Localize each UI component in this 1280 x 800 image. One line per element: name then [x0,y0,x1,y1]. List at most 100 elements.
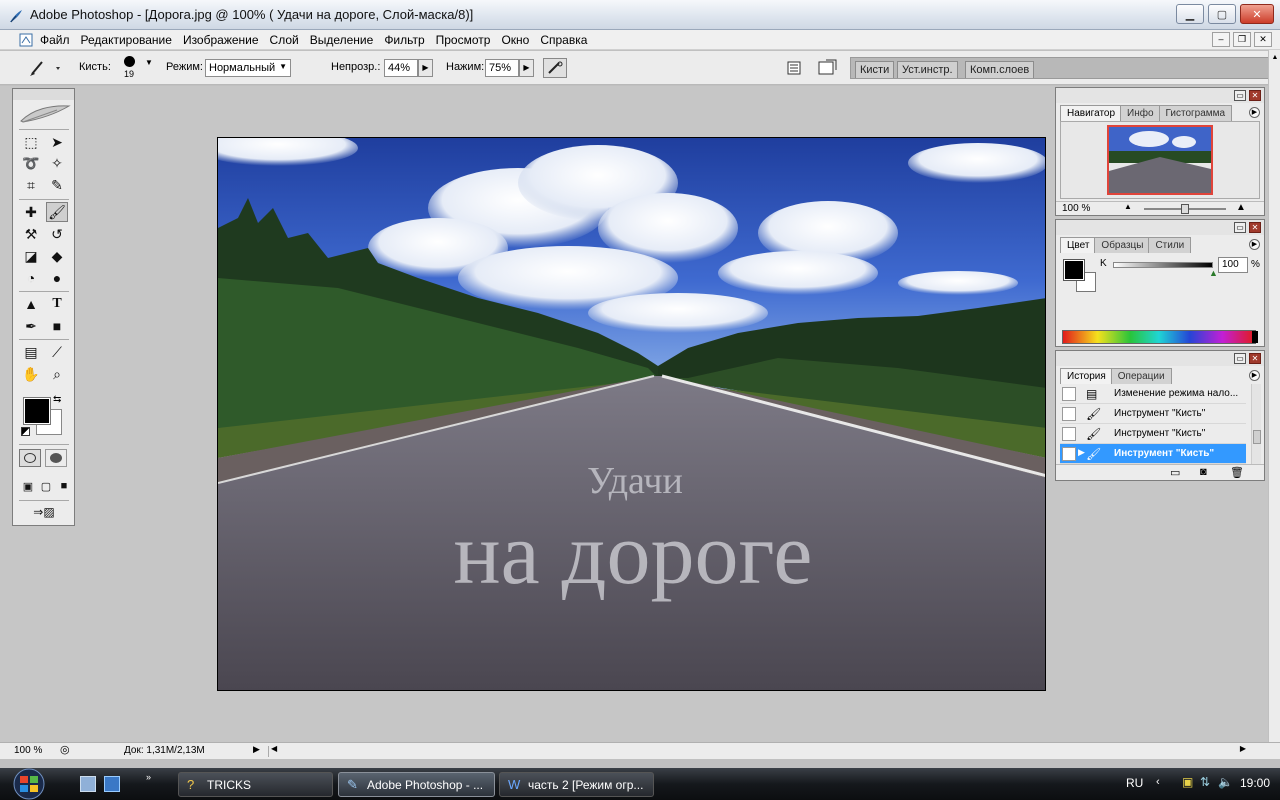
history-source-checkbox[interactable] [1062,427,1076,441]
menu-view[interactable]: Просмотр [436,33,491,47]
panel-header[interactable]: ▭ ✕ [1056,351,1264,366]
history-item-selected[interactable]: ▶ 🖌 Инструмент "Кисть" [1060,444,1246,464]
default-colors-icon[interactable] [21,427,30,436]
magic-wand-icon[interactable]: ✧ [46,153,68,173]
move-tool-icon[interactable]: ➤ [46,132,68,152]
trash-icon[interactable]: 🗑 [1230,466,1244,479]
doc-close-button[interactable]: ✕ [1254,32,1272,47]
standard-mode-icon[interactable] [19,449,41,467]
tray-expand-icon[interactable]: ‹ [1156,776,1160,788]
tab-actions[interactable]: Операции [1110,368,1172,384]
quick-mask-icon[interactable] [45,449,67,467]
menu-image[interactable]: Изображение [183,33,259,47]
tab-swatches[interactable]: Образцы [1094,237,1151,253]
well-tab-tool-presets[interactable]: Уст.инстр. [897,61,958,78]
notes-icon[interactable]: ▤ [20,342,42,362]
horizontal-scrollbar[interactable]: ◀ ▶ [268,744,1246,757]
flow-input[interactable]: 75% [485,59,519,77]
paint-bucket-icon[interactable]: ◆ [46,246,68,266]
quicklaunch-more-icon[interactable]: » [146,772,151,782]
file-browser-icon[interactable] [785,59,803,77]
taskbar-item-word[interactable]: W часть 2 [Режим огр... [499,772,654,797]
taskbar-item-photoshop[interactable]: ✎ Adobe Photoshop - ... [338,772,495,797]
scroll-up-icon[interactable]: ▲ [1270,54,1280,61]
history-brush-icon[interactable]: ↺ [46,224,68,244]
menu-edit[interactable]: Редактирование [81,33,172,47]
panel-close-button[interactable]: ✕ [1249,90,1261,101]
pen-tool-icon[interactable]: ✒ [20,316,42,336]
tab-color[interactable]: Цвет [1060,237,1097,253]
panel-minimize-button[interactable]: ▭ [1234,353,1246,364]
tab-info[interactable]: Инфо [1120,105,1161,121]
volume-icon[interactable]: 🔈 [1218,775,1233,789]
scroll-right-icon[interactable]: ▶ [1240,744,1246,753]
maximize-button[interactable]: ▢ [1208,4,1236,24]
network-icon[interactable]: ⇅ [1200,775,1210,789]
clock[interactable]: 19:00 [1240,776,1270,790]
show-desktop-icon[interactable] [80,776,96,792]
clone-stamp-icon[interactable]: ⚒ [20,224,42,244]
menu-window[interactable]: Окно [501,33,529,47]
history-item[interactable]: ▤ Изменение режима нало... [1060,384,1246,404]
zoom-out-icon[interactable]: ▲ [1124,202,1132,211]
panel-close-button[interactable]: ✕ [1249,222,1261,233]
panel-menu-icon[interactable]: ▶ [1249,370,1260,381]
zoom-tool-icon[interactable]: ⌕ [46,364,68,384]
type-tool-icon[interactable]: T [46,294,68,314]
history-source-checkbox[interactable] [1062,387,1076,401]
zoom-slider[interactable] [1144,204,1226,214]
opacity-slider-button[interactable]: ▶ [418,59,433,77]
eraser-icon[interactable]: ◪ [20,246,42,266]
color-spectrum-bar[interactable] [1062,330,1256,344]
channel-value-input[interactable]: 100 [1218,257,1248,273]
language-indicator[interactable]: RU [1126,776,1143,790]
eyedropper-icon[interactable]: ⟋ [46,342,68,362]
toolbox-grip[interactable] [13,89,74,100]
menu-layer[interactable]: Слой [270,33,299,47]
status-info-icon[interactable]: ◎ [60,743,70,756]
color-fg-swatch[interactable] [1063,259,1085,281]
status-menu-icon[interactable]: ▶ [253,744,260,755]
dodge-icon[interactable]: ● [46,268,68,288]
switch-windows-icon[interactable] [104,776,120,792]
history-source-checkbox[interactable] [1062,407,1076,421]
healing-brush-icon[interactable]: ✚ [20,202,42,222]
foreground-color-swatch[interactable] [23,397,51,425]
zoom-slider-thumb[interactable] [1181,204,1189,214]
history-item[interactable]: 🖌 Инструмент "Кисть" [1060,404,1246,424]
channel-slider[interactable] [1113,262,1213,268]
jump-to-imageready-icon[interactable]: ⇒▨ [21,502,67,522]
menu-filter[interactable]: Фильтр [384,33,424,47]
blur-icon[interactable]: ◔ [20,268,42,288]
opacity-input[interactable]: 44% [384,59,418,77]
status-zoom[interactable]: 100 % [14,745,42,756]
menu-select[interactable]: Выделение [310,33,374,47]
start-button[interactable] [6,768,52,800]
new-document-from-state-icon[interactable]: ▭ [1170,466,1180,479]
lasso-icon[interactable]: ➰ [20,153,42,173]
snapshot-camera-icon[interactable]: ◙ [1200,466,1207,478]
rectangular-marquee-icon[interactable]: ⬚ [20,132,42,152]
screen-mode-full-icon[interactable]: ■ [53,476,75,496]
vertical-scrollbar[interactable]: ▲ ▼ [1268,50,1280,756]
scroll-left-icon[interactable]: ◀ [271,744,277,753]
feather-logo-icon[interactable] [17,103,72,125]
panel-minimize-button[interactable]: ▭ [1234,90,1246,101]
document-icon[interactable] [18,32,34,48]
swap-colors-icon[interactable]: ⇆ [53,394,61,405]
brush-picker[interactable]: 19 ▼ [121,56,155,82]
mode-select[interactable]: Нормальный ▼ [205,59,291,77]
zoom-in-icon[interactable]: ▲ [1236,202,1246,213]
doc-minimize-button[interactable]: – [1212,32,1230,47]
taskbar-item-tricks[interactable]: ? TRICKS [178,772,333,797]
panel-header[interactable]: ▭ ✕ [1056,220,1264,235]
panel-close-button[interactable]: ✕ [1249,353,1261,364]
spectrum-black-chip[interactable] [1252,331,1258,343]
airbrush-button[interactable] [543,58,567,78]
crop-icon[interactable]: ⌗ [20,175,42,195]
hand-tool-icon[interactable]: ✋ [20,364,42,384]
navigator-view-box[interactable] [1107,125,1213,195]
flow-slider-button[interactable]: ▶ [519,59,534,77]
menu-file[interactable]: Файл [40,33,70,47]
path-selection-icon[interactable]: ▲ [20,294,42,314]
